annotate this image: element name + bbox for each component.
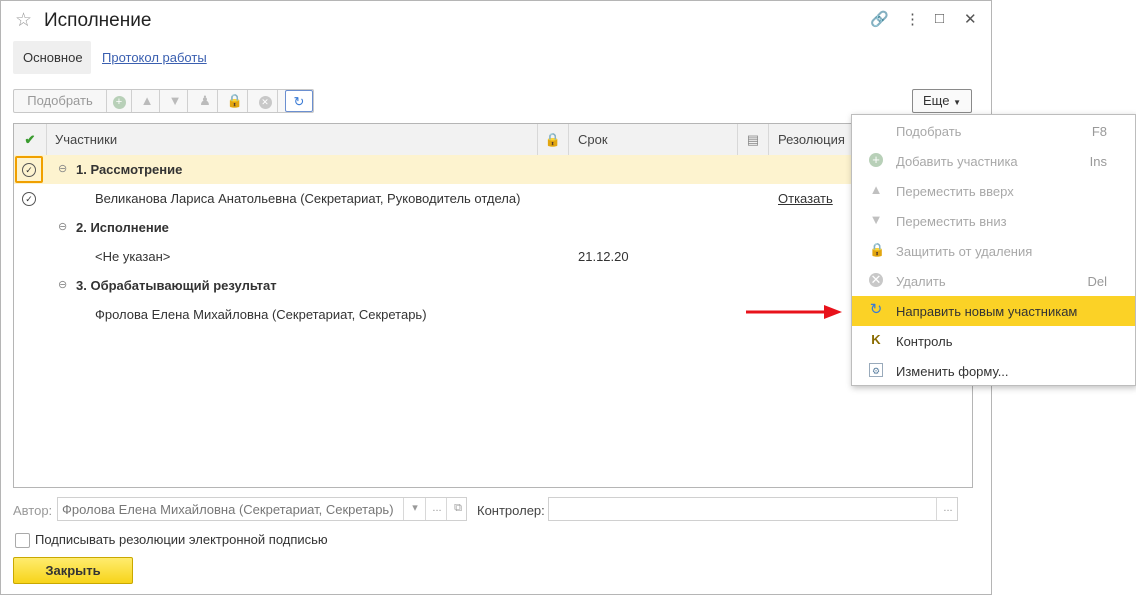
chevron-down-icon[interactable]: ▾ — [403, 498, 426, 520]
author-field[interactable]: Фролова Елена Михайловна (Секретариат, С… — [57, 497, 467, 521]
more-dropdown-menu: Подобрать F8 + Добавить участника Ins ▲ … — [851, 114, 1136, 386]
select-ellipsis-icon[interactable]: ... — [425, 498, 448, 520]
checkmark-icon[interactable]: ✓ — [22, 163, 36, 177]
grid-header: ✔ Участники 🔒 Срок ▤ Резолюция — [14, 124, 972, 156]
lock-column-icon[interactable]: 🔒 — [538, 124, 569, 155]
link-icon[interactable]: 🔗 — [870, 10, 889, 28]
delete-icon[interactable]: ✕ — [253, 90, 278, 112]
menu-item-label: Переместить вниз — [896, 214, 1007, 229]
more-button[interactable]: Еще ▼ — [912, 89, 972, 113]
group-label: 2. Исполнение — [76, 220, 169, 235]
term-value: 21.12.20 — [578, 249, 629, 264]
tab-main[interactable]: Основное — [13, 41, 91, 74]
menu-item-control[interactable]: K Контроль — [852, 326, 1135, 356]
arrow-down-icon: ▼ — [869, 212, 883, 227]
add-icon: + — [869, 153, 883, 167]
menu-item-send-new-participants[interactable]: ↻ Направить новым участникам — [852, 296, 1135, 326]
more-button-label: Еще — [923, 93, 950, 108]
collapse-icon[interactable]: ⊖ — [58, 278, 67, 291]
checkmark-icon[interactable]: ✓ — [22, 192, 36, 206]
arrow-up-icon: ▲ — [869, 182, 883, 197]
lock-icon: 🔒 — [869, 242, 886, 257]
sign-checkbox[interactable] — [15, 533, 30, 548]
menu-item-add-participant[interactable]: + Добавить участника Ins — [852, 146, 1135, 176]
menu-item-protect[interactable]: 🔒 Защитить от удаления — [852, 236, 1135, 266]
menu-item-delete[interactable]: ✕ Удалить Del — [852, 266, 1135, 296]
participant-name: Фролова Елена Михайловна (Секретариат, С… — [95, 307, 427, 322]
favorite-star-icon[interactable]: ☆ — [15, 9, 32, 32]
lock-icon[interactable]: 🔒 — [223, 90, 248, 112]
chevron-down-icon: ▼ — [953, 98, 961, 107]
menu-item-change-form[interactable]: ⚙ Изменить форму... — [852, 356, 1135, 386]
red-arrow-icon — [746, 305, 842, 319]
person-icon[interactable]: ♟ — [193, 90, 218, 112]
menu-item-label: Переместить вверх — [896, 184, 1014, 199]
term-header-label: Срок — [578, 132, 608, 147]
add-participant-icon[interactable]: + — [107, 90, 132, 112]
menu-item-move-up[interactable]: ▲ Переместить вверх — [852, 176, 1135, 206]
open-icon[interactable]: ⧉ — [446, 498, 469, 520]
author-value: Фролова Елена Михайловна (Секретариат, С… — [62, 502, 394, 517]
control-k-icon: K — [871, 332, 881, 347]
menu-item-label: Изменить форму... — [896, 364, 1009, 379]
move-up-icon[interactable]: ▲ — [135, 90, 160, 112]
table-row[interactable]: ✓ ⊖ 1. Рассмотрение — [14, 155, 972, 184]
pick-button[interactable]: Подобрать — [14, 90, 107, 112]
check-column-icon[interactable]: ✔ — [14, 124, 47, 155]
menu-item-pick[interactable]: Подобрать F8 — [852, 116, 1135, 146]
table-row[interactable]: <Не указан> 21.12.20 — [14, 242, 972, 271]
controller-label: Контролер: — [477, 503, 545, 518]
author-label: Автор: — [13, 503, 53, 518]
table-row[interactable]: ✓ Великанова Лариса Анатольевна (Секрета… — [14, 184, 972, 213]
sign-label: Подписывать резолюции электронной подпис… — [35, 532, 328, 547]
group-label: 3. Обрабатывающий результат — [76, 278, 277, 293]
menu-item-label: Защитить от удаления — [896, 244, 1033, 259]
delete-icon: ✕ — [869, 272, 883, 287]
group-label: 1. Рассмотрение — [76, 162, 183, 177]
participant-name: <Не указан> — [95, 249, 171, 264]
table-row[interactable]: ⊖ 3. Обрабатывающий результат — [14, 271, 972, 300]
document-column-icon[interactable]: ▤ — [738, 124, 769, 155]
menu-item-shortcut: F8 — [1091, 124, 1107, 139]
menu-item-shortcut: Ins — [1089, 154, 1107, 169]
participants-header-label: Участники — [55, 132, 118, 147]
menu-item-label: Удалить — [896, 274, 946, 289]
participants-column-header[interactable]: Участники — [47, 124, 538, 155]
window-title: Исполнение — [44, 10, 152, 31]
close-icon[interactable]: ✕ — [964, 10, 977, 28]
collapse-icon[interactable]: ⊖ — [58, 162, 67, 175]
term-column-header[interactable]: Срок — [569, 124, 738, 155]
tab-work-protocol[interactable]: Протокол работы — [102, 50, 207, 65]
close-button[interactable]: Закрыть — [13, 557, 133, 584]
menu-item-label: Подобрать — [896, 124, 962, 139]
tab-main-label: Основное — [23, 50, 83, 65]
grid-toolbar: Подобрать + ▲ ▼ ♟ 🔒 ✕ ↻ — [13, 89, 314, 113]
menu-item-label: Направить новым участникам — [896, 304, 1078, 319]
move-down-icon[interactable]: ▼ — [163, 90, 188, 112]
resend-refresh-icon[interactable]: ↻ — [285, 90, 313, 112]
table-row[interactable]: ⊖ 2. Исполнение — [14, 213, 972, 242]
maximize-icon[interactable]: □ — [935, 10, 944, 27]
resolution-link[interactable]: Отказать — [778, 184, 833, 213]
resolution-header-label: Резолюция — [778, 132, 845, 147]
select-ellipsis-icon[interactable]: ... — [936, 498, 959, 520]
menu-item-label: Контроль — [896, 334, 953, 349]
refresh-icon: ↻ — [869, 301, 883, 318]
controller-field[interactable]: ... — [548, 497, 958, 521]
menu-item-move-down[interactable]: ▼ Переместить вниз — [852, 206, 1135, 236]
more-vertical-icon[interactable]: ⋮ — [905, 10, 920, 28]
collapse-icon[interactable]: ⊖ — [58, 220, 67, 233]
menu-item-label: Добавить участника — [896, 154, 1018, 169]
participant-name: Великанова Лариса Анатольевна (Секретари… — [95, 191, 521, 206]
menu-item-shortcut: Del — [1087, 274, 1107, 289]
form-settings-icon: ⚙ — [869, 363, 883, 377]
